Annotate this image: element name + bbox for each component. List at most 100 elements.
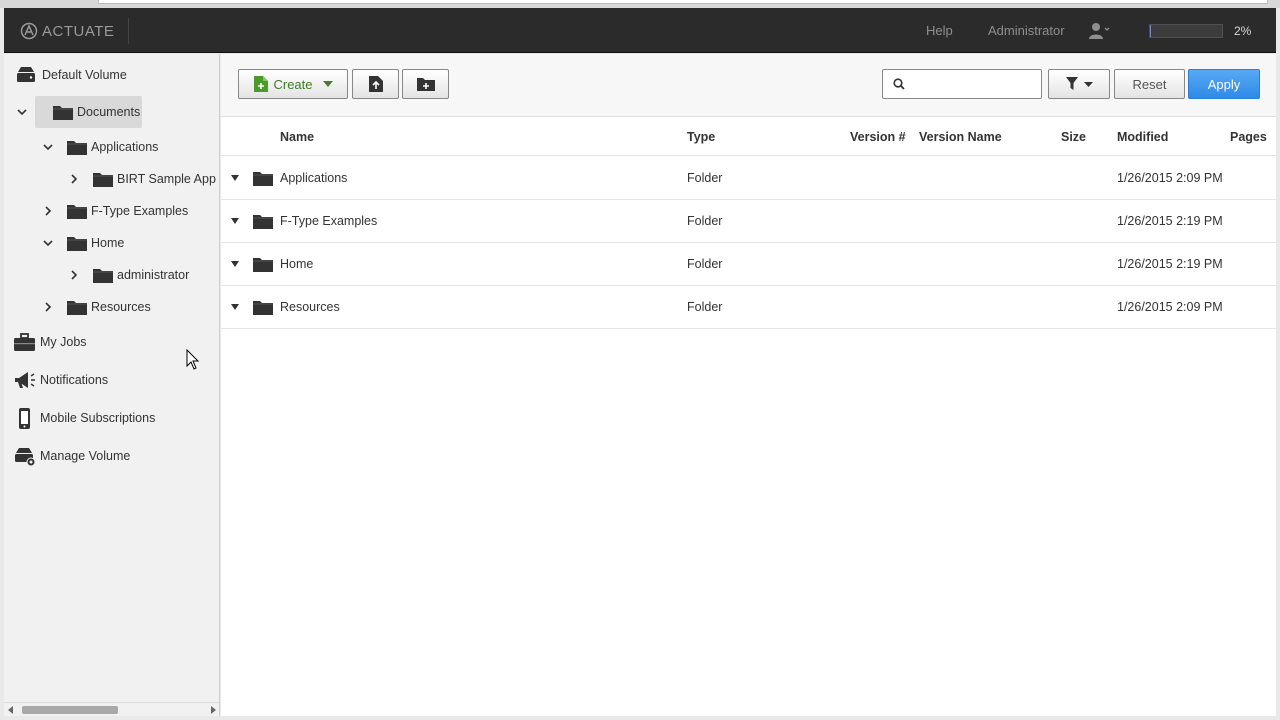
table-header: Name Type Version # Version Name Size Mo… — [221, 118, 1276, 156]
row-modified: 1/26/2015 2:19 PM — [1117, 257, 1223, 271]
tree-item-label: Resources — [91, 300, 151, 314]
row-name[interactable]: Home — [280, 257, 313, 271]
folder-icon — [66, 298, 88, 316]
row-modified: 1/26/2015 2:09 PM — [1117, 300, 1223, 314]
sidebar-item-default-volume[interactable]: Default Volume — [14, 64, 127, 86]
row-modified: 1/26/2015 2:19 PM — [1117, 214, 1223, 228]
create-button[interactable]: Create — [238, 69, 348, 99]
folder-icon — [92, 170, 114, 188]
folder-icon — [92, 266, 114, 284]
apply-button[interactable]: Apply — [1188, 69, 1260, 99]
progress-fill — [1150, 25, 1152, 37]
tree-item-label: F-Type Examples — [91, 204, 189, 218]
scroll-thumb[interactable] — [22, 706, 118, 714]
table-row[interactable]: Home Folder 1/26/2015 2:19 PM — [221, 243, 1276, 286]
filter-button[interactable] — [1048, 69, 1110, 99]
table-row[interactable]: Applications Folder 1/26/2015 2:09 PM — [221, 157, 1276, 200]
scroll-right-icon[interactable] — [211, 706, 216, 714]
folder-icon — [66, 234, 88, 252]
upload-button[interactable] — [352, 69, 399, 99]
column-header-version-name[interactable]: Version Name — [919, 130, 1002, 144]
tree-item-administrator[interactable]: administrator — [68, 266, 189, 284]
tree-item-home[interactable]: Home — [42, 234, 124, 252]
row-menu-caret-icon[interactable] — [231, 304, 239, 310]
new-document-icon — [254, 76, 269, 92]
toolbar: Create Reset Apply — [221, 54, 1276, 117]
new-folder-icon — [416, 78, 435, 91]
tree-item-documents[interactable]: Documents — [16, 103, 140, 121]
tree-item-birt-sample-app[interactable]: BIRT Sample App — [68, 170, 216, 188]
folder-icon — [66, 202, 88, 220]
caret-down-icon — [1083, 81, 1093, 87]
logo-text: ACTUATE — [42, 22, 115, 40]
chevron-down-icon[interactable] — [42, 237, 54, 249]
column-header-type[interactable]: Type — [687, 130, 715, 144]
tree-item-label: Home — [91, 236, 125, 250]
search-icon — [893, 78, 905, 90]
actuate-logo-icon — [20, 22, 38, 40]
column-header-version-number[interactable]: Version # — [850, 130, 906, 144]
user-icon[interactable] — [1088, 22, 1110, 40]
row-name[interactable]: Resources — [280, 300, 340, 314]
row-type: Folder — [687, 171, 723, 185]
sidebar: Default Volume Documents Applications BI… — [4, 54, 220, 716]
address-bar[interactable] — [98, 0, 1268, 4]
chevron-right-icon[interactable] — [42, 301, 54, 313]
chevron-down-icon[interactable] — [16, 106, 28, 118]
search-input[interactable] — [911, 74, 1037, 94]
sidebar-item-label: Manage Volume — [40, 449, 131, 463]
volume-settings-icon — [15, 448, 36, 467]
sidebar-item-manage-volume[interactable]: Manage Volume — [12, 445, 130, 467]
table-row[interactable]: Resources Folder 1/26/2015 2:09 PM — [221, 286, 1276, 329]
reset-button[interactable]: Reset — [1114, 69, 1185, 99]
help-link[interactable]: Help — [926, 23, 953, 38]
chevron-right-icon[interactable] — [42, 205, 54, 217]
folder-icon — [52, 103, 74, 121]
actuate-logo[interactable]: ACTUATE — [20, 22, 114, 40]
upload-file-icon — [368, 76, 383, 92]
search-box[interactable] — [882, 69, 1042, 99]
folder-icon — [252, 255, 274, 273]
row-menu-caret-icon[interactable] — [231, 175, 239, 181]
sidebar-item-notifications[interactable]: Notifications — [12, 369, 108, 391]
sidebar-item-my-jobs[interactable]: My Jobs — [12, 331, 87, 353]
megaphone-icon — [15, 372, 35, 388]
create-button-label: Create — [273, 76, 313, 92]
row-menu-caret-icon[interactable] — [231, 261, 239, 267]
folder-icon — [252, 169, 274, 187]
row-name[interactable]: Applications — [280, 171, 347, 185]
main-content: Create Reset Apply Name Type Version # V… — [221, 54, 1276, 716]
app-header: ACTUATE Help Administrator 2% — [4, 8, 1276, 53]
row-type: Folder — [687, 300, 723, 314]
tree-item-label: Applications — [91, 140, 159, 154]
tree-item-applications[interactable]: Applications — [42, 138, 158, 156]
scroll-left-icon[interactable] — [8, 706, 13, 714]
column-header-name[interactable]: Name — [280, 130, 314, 144]
sidebar-item-label: My Jobs — [40, 335, 87, 349]
briefcase-icon — [14, 333, 35, 351]
tree-item-label: BIRT Sample App — [117, 172, 216, 186]
tree-item-resources[interactable]: Resources — [42, 298, 151, 316]
user-menu-label[interactable]: Administrator — [988, 23, 1065, 38]
chevron-down-icon[interactable] — [42, 141, 54, 153]
mouse-cursor-icon — [186, 349, 200, 370]
chevron-right-icon[interactable] — [68, 269, 80, 281]
row-type: Folder — [687, 214, 723, 228]
row-menu-caret-icon[interactable] — [231, 218, 239, 224]
progress-percent: 2% — [1234, 24, 1252, 38]
row-name[interactable]: F-Type Examples — [280, 214, 377, 228]
sidebar-item-label: Default Volume — [42, 68, 127, 82]
sidebar-item-label: Mobile Subscriptions — [40, 411, 156, 425]
sidebar-item-mobile-subscriptions[interactable]: Mobile Subscriptions — [12, 407, 155, 429]
column-header-pages[interactable]: Pages — [1230, 130, 1267, 144]
browser-top-strip — [0, 0, 1280, 8]
sidebar-horizontal-scrollbar[interactable] — [4, 702, 219, 716]
folder-icon — [66, 138, 88, 156]
column-header-size[interactable]: Size — [1061, 130, 1086, 144]
storage-progress-bar — [1149, 24, 1223, 38]
new-folder-button[interactable] — [402, 69, 449, 99]
tree-item-f-type-examples[interactable]: F-Type Examples — [42, 202, 188, 220]
chevron-right-icon[interactable] — [68, 173, 80, 185]
column-header-modified[interactable]: Modified — [1117, 130, 1168, 144]
table-row[interactable]: F-Type Examples Folder 1/26/2015 2:19 PM — [221, 200, 1276, 243]
